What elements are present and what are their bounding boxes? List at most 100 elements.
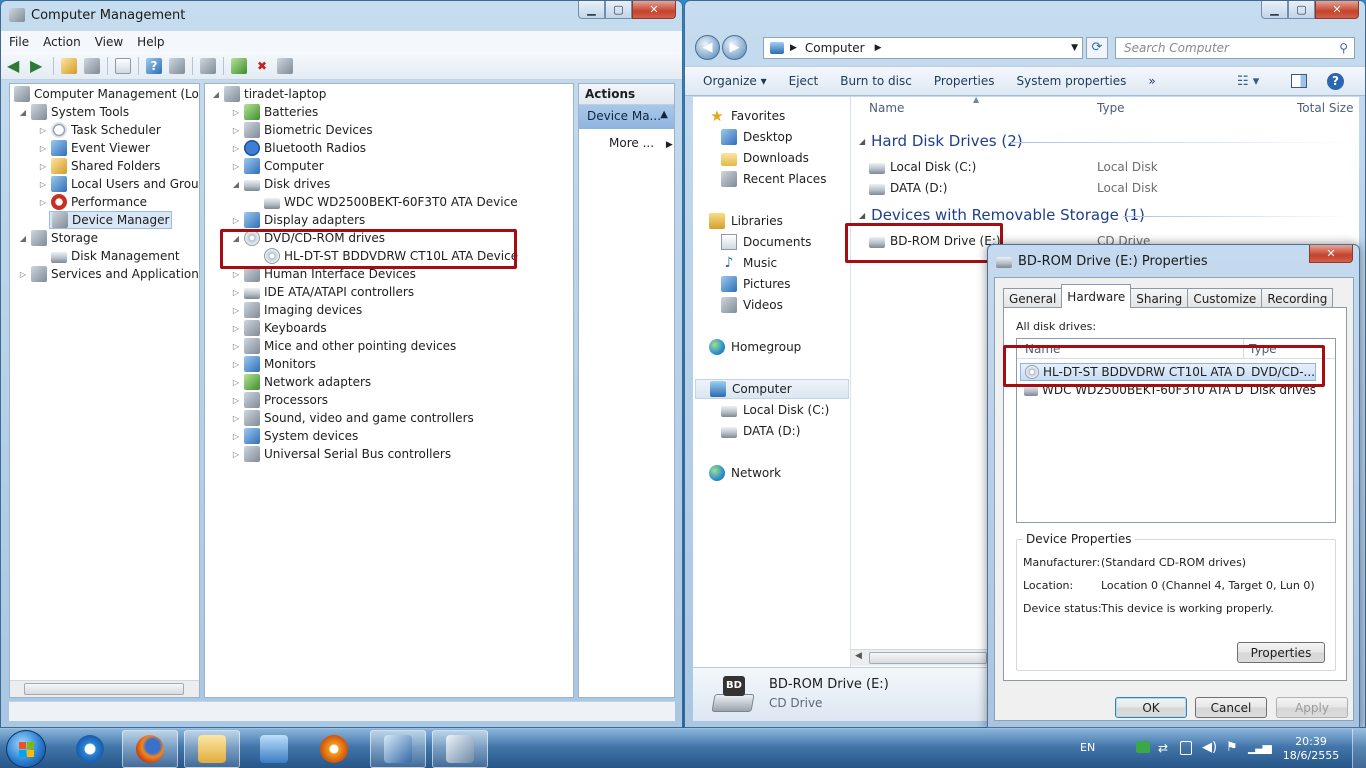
system-properties-button[interactable]: System properties	[1017, 74, 1127, 88]
tree-item[interactable]: ◢ Storage	[18, 229, 98, 247]
expand-arrow-icon[interactable]: ▷	[231, 342, 241, 351]
nav-computer[interactable]: Computer	[695, 379, 849, 399]
expand-arrow-icon[interactable]: ▷	[231, 126, 241, 135]
collapse-arrow-icon[interactable]: ◢	[211, 90, 221, 99]
nav-documents[interactable]: Documents	[721, 232, 811, 252]
minimize-button[interactable]: ▁	[1261, 1, 1288, 19]
tree-item[interactable]: ▷ Task Scheduler	[38, 121, 161, 139]
apply-button[interactable]: Apply	[1276, 697, 1348, 718]
tab-customize[interactable]: Customize	[1187, 288, 1263, 308]
maximize-button[interactable]: ▢	[1288, 1, 1315, 19]
minimize-button[interactable]: ▁	[578, 1, 605, 19]
tree-item[interactable]: ▷ Performance	[38, 193, 147, 211]
up-folder-icon[interactable]	[61, 57, 77, 74]
expand-arrow-icon[interactable]: ▷	[231, 432, 241, 441]
drive-item-data[interactable]: DATA (D:)	[869, 178, 947, 198]
expand-arrow-icon[interactable]: ▷	[231, 144, 241, 153]
clock[interactable]: 20:39 18/6/2555	[1276, 735, 1346, 763]
device-category[interactable]: ▷ Batteries	[231, 103, 318, 121]
device-category[interactable]: ▷ IDE ATA/ATAPI controllers	[231, 283, 414, 301]
uninstall-icon[interactable]: ✖	[254, 58, 270, 74]
column-header-name[interactable]: Name	[869, 101, 904, 115]
horizontal-scrollbar[interactable]	[10, 680, 199, 697]
group-header-removable-storage[interactable]: ◢ Devices with Removable Storage (1)	[859, 206, 1145, 224]
back-button[interactable]: ◀	[695, 35, 720, 60]
refresh-button[interactable]: ⟳	[1086, 37, 1108, 59]
expand-arrow-icon[interactable]: ▷	[231, 108, 241, 117]
expand-arrow-icon[interactable]: ▷	[231, 414, 241, 423]
nav-videos[interactable]: Videos	[721, 295, 783, 315]
breadcrumb-chevron-icon[interactable]: ▶	[790, 43, 797, 53]
nav-pictures[interactable]: Pictures	[721, 274, 791, 294]
back-arrow-icon[interactable]: ◀	[7, 57, 23, 74]
nav-local-disk[interactable]: Local Disk (C:)	[721, 400, 829, 420]
nav-network[interactable]: Network	[709, 463, 781, 483]
maximize-button[interactable]: ▢	[605, 1, 632, 19]
nav-desktop[interactable]: Desktop	[721, 127, 793, 147]
expand-arrow-icon[interactable]: ▷	[38, 162, 48, 171]
volume-tray-icon[interactable]: ◀)	[1202, 740, 1217, 755]
column-header-total-size[interactable]: Total Size	[1297, 101, 1353, 115]
expand-arrow-icon[interactable]: ▷	[18, 270, 28, 279]
expand-arrow-icon[interactable]: ▷	[38, 126, 48, 135]
help-icon[interactable]: ?	[146, 57, 162, 74]
expand-arrow-icon[interactable]: ▷	[231, 216, 241, 225]
menu-help[interactable]: Help	[137, 35, 164, 49]
expand-arrow-icon[interactable]: ▷	[38, 144, 48, 153]
expand-arrow-icon[interactable]: ▷	[231, 360, 241, 369]
tree-item[interactable]: ▷ Shared Folders	[38, 157, 160, 175]
device-category[interactable]: ▷ Biometric Devices	[231, 121, 373, 139]
device-category[interactable]: ▷ Mice and other pointing devices	[231, 337, 456, 355]
breadcrumb-chevron-icon[interactable]: ▶	[875, 43, 882, 53]
expand-arrow-icon[interactable]: ▷	[231, 270, 241, 279]
tree-item[interactable]: Disk Management	[51, 247, 180, 265]
enable-device-icon[interactable]	[277, 57, 293, 74]
nav-favorites[interactable]: ★ Favorites	[709, 106, 785, 126]
more-commands-button[interactable]: »	[1148, 74, 1155, 88]
scrollbar-thumb[interactable]	[24, 683, 184, 695]
show-desktop-button[interactable]	[1352, 729, 1366, 768]
expand-arrow-icon[interactable]: ▷	[231, 162, 241, 171]
address-bar[interactable]: ▶ Computer ▶ ▼	[763, 37, 1083, 59]
taskbar-media-player[interactable]	[306, 730, 362, 768]
tree-item[interactable]: Computer Management (Local	[14, 85, 199, 103]
tree-item[interactable]: ▷ Event Viewer	[38, 139, 150, 157]
expand-arrow-icon[interactable]: ▷	[231, 396, 241, 405]
taskbar-firefox[interactable]	[122, 730, 178, 768]
properties-icon[interactable]	[115, 57, 131, 74]
device-category[interactable]: ▷ Keyboards	[231, 319, 327, 337]
taskbar-computer-management[interactable]	[370, 730, 426, 768]
tab-general[interactable]: General	[1003, 288, 1063, 308]
tab-sharing[interactable]: Sharing	[1130, 288, 1189, 308]
nav-libraries[interactable]: Libraries	[709, 211, 783, 231]
tab-hardware[interactable]: Hardware	[1061, 284, 1132, 308]
scan-hardware-icon[interactable]	[200, 57, 216, 74]
search-icon[interactable]: ⚲	[1339, 41, 1348, 55]
nav-data-drive[interactable]: DATA (D:)	[721, 421, 800, 441]
update-driver-icon[interactable]	[231, 57, 247, 74]
signal-tray-icon[interactable]: ▁▃▅	[1248, 740, 1272, 754]
start-button[interactable]	[6, 730, 46, 768]
expand-arrow-icon[interactable]: ▷	[231, 378, 241, 387]
scrollbar-thumb[interactable]	[869, 652, 987, 664]
tree-item-device-manager[interactable]: Device Manager	[49, 211, 173, 229]
device-category[interactable]: ◢ Disk drives	[231, 175, 330, 193]
collapse-arrow-icon[interactable]: ◢	[18, 108, 28, 117]
actions-section-device-manager[interactable]: Device Ma... ▲	[579, 105, 674, 129]
device-category[interactable]: ▷ Universal Serial Bus controllers	[231, 445, 451, 463]
collapse-arrow-icon[interactable]: ◢	[18, 234, 28, 243]
show-action-pane-icon[interactable]	[169, 57, 185, 74]
expand-arrow-icon[interactable]: ▷	[38, 198, 48, 207]
tree-item[interactable]: ▷ Services and Applications	[18, 265, 199, 283]
cancel-button[interactable]: Cancel	[1195, 697, 1267, 718]
drive-item-local-disk[interactable]: Local Disk (C:)	[869, 157, 976, 177]
device-category[interactable]: ▷ Display adapters	[231, 211, 365, 229]
scroll-left-icon[interactable]: ◀	[855, 651, 862, 661]
address-dropdown-icon[interactable]: ▼	[1071, 43, 1078, 53]
forward-arrow-icon[interactable]: ▶	[30, 57, 46, 74]
view-options-icon[interactable]: ☷ ▾	[1237, 74, 1259, 89]
burn-to-disc-button[interactable]: Burn to disc	[840, 74, 912, 88]
menu-action[interactable]: Action	[43, 35, 81, 49]
close-button[interactable]: ✕	[1315, 1, 1359, 19]
eject-button[interactable]: Eject	[789, 74, 819, 88]
